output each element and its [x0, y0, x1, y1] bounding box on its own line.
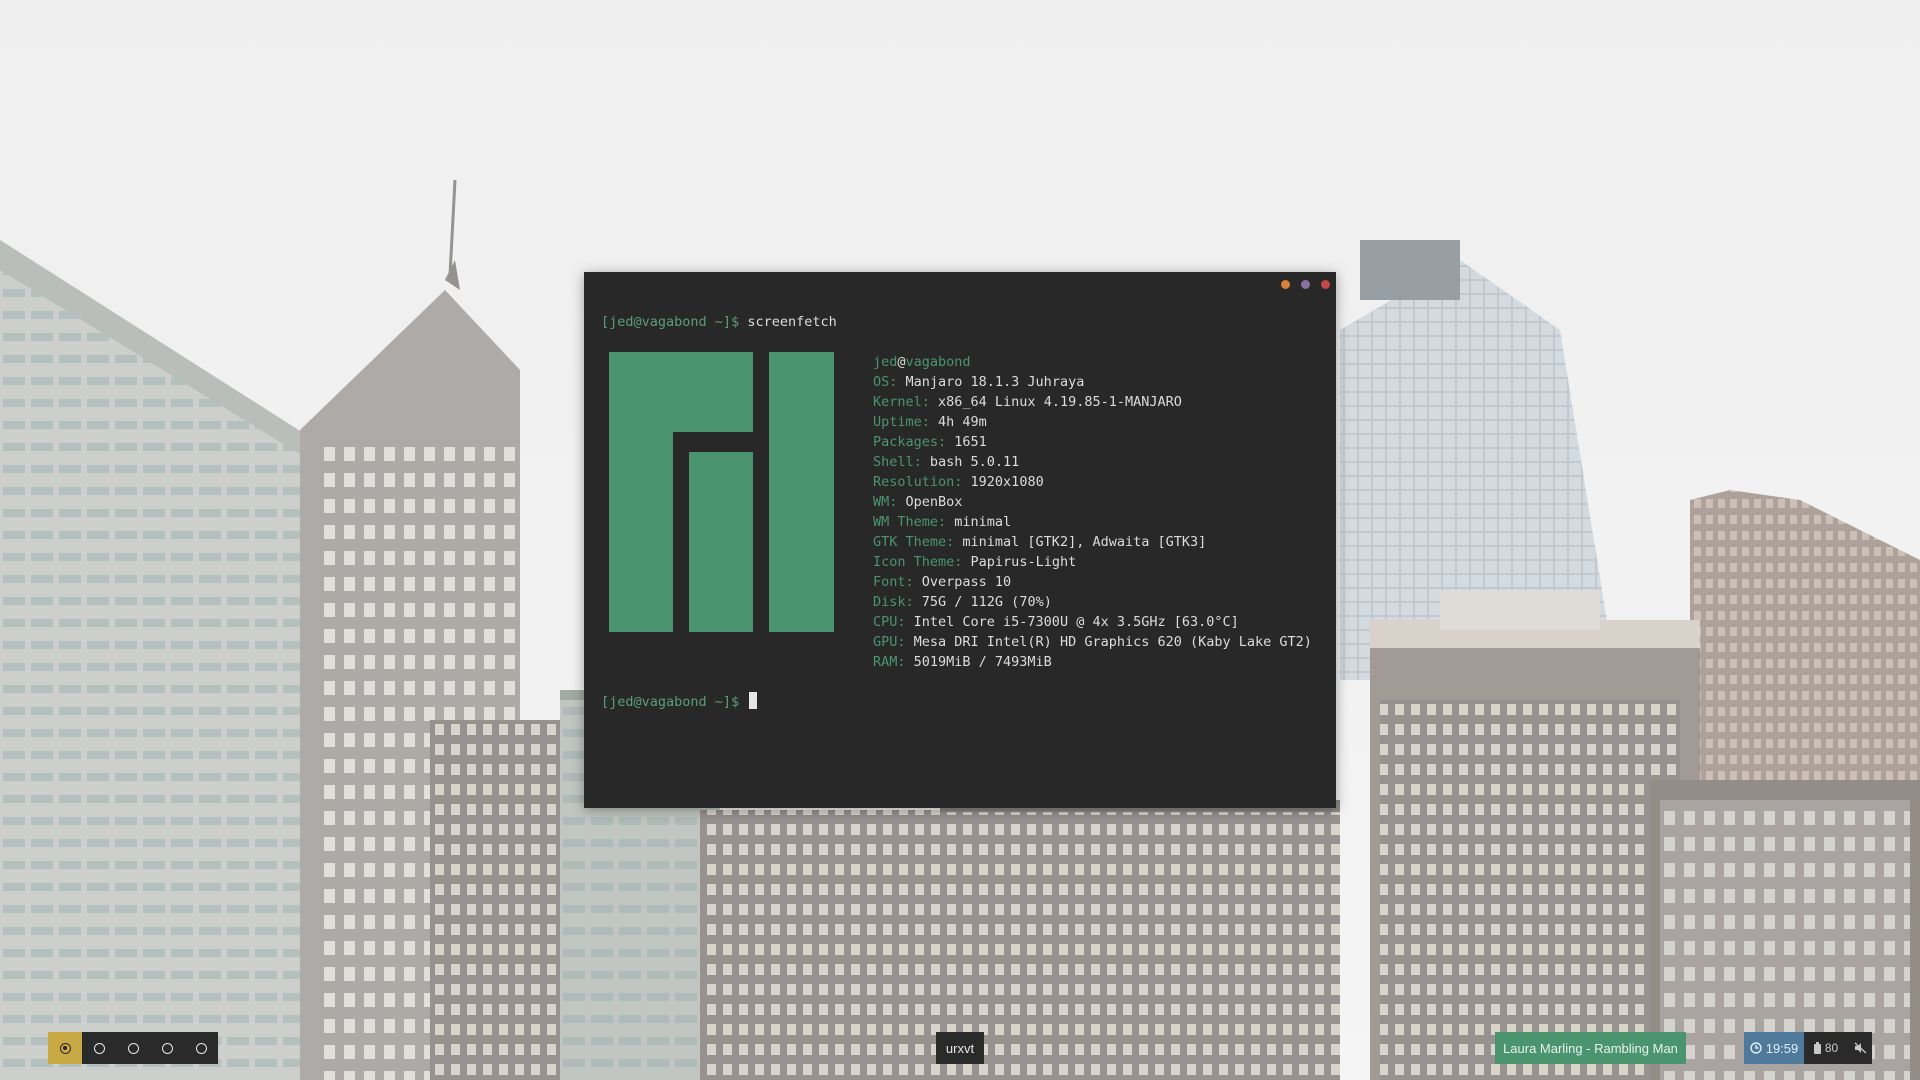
taskbar-item-urxvt[interactable]: urxvt [936, 1032, 984, 1064]
text-cursor [749, 692, 758, 709]
battery-widget[interactable]: 80 [1804, 1032, 1848, 1064]
info-value: Mesa DRI Intel(R) HD Graphics 620 (Kaby … [913, 634, 1312, 650]
clock-widget[interactable]: 19:59 [1744, 1032, 1804, 1064]
clock-time: 19:59 [1765, 1040, 1799, 1056]
info-value: Papirus-Light [970, 554, 1077, 570]
screenfetch-output: jed@vagabond OS: Manjaro 18.1.3 Juhraya K… [601, 352, 1320, 692]
info-line: Font: Overpass 10 [873, 572, 1312, 592]
command-line: [jed@vagabond ~]$ screenfetch [601, 312, 1320, 332]
info-value: x86_64 Linux 4.19.85-1-MANJARO [938, 394, 1182, 410]
user-host: jed@vagabond [873, 354, 971, 370]
info-line: GTK Theme: minimal [GTK2], Adwaita [GTK3… [873, 532, 1312, 552]
info-key: Uptime: [873, 414, 939, 430]
minimize-button[interactable] [1281, 280, 1290, 289]
info-line: Packages: 1651 [873, 432, 1312, 452]
now-playing[interactable]: Laura Marling - Rambling Man [1495, 1032, 1686, 1064]
info-value: minimal [GTK2], Adwaita [GTK3] [962, 534, 1207, 550]
info-key: Kernel: [873, 394, 939, 410]
info-key: GPU: [873, 634, 914, 650]
info-line: CPU: Intel Core i5-7300U @ 4x 3.5GHz [63… [873, 612, 1312, 632]
info-line: GPU: Mesa DRI Intel(R) HD Graphics 620 (… [873, 632, 1312, 652]
info-key: Shell: [873, 454, 930, 470]
workspace-button-4[interactable] [150, 1032, 184, 1064]
info-key: GTK Theme: [873, 534, 963, 550]
workspace-indicator-icon [127, 1042, 139, 1054]
info-value: OpenBox [905, 494, 963, 510]
workspace-indicator-icon [59, 1042, 71, 1054]
active-command-line[interactable]: [jed@vagabond ~]$ [601, 692, 1320, 712]
info-value: 5019MiB / 7493MiB [913, 654, 1052, 670]
info-key: Icon Theme: [873, 554, 971, 570]
info-line: OS: Manjaro 18.1.3 Juhraya [873, 372, 1312, 392]
maximize-button[interactable] [1301, 280, 1310, 289]
info-line: Kernel: x86_64 Linux 4.19.85-1-MANJARO [873, 392, 1312, 412]
terminal-window[interactable]: [jed@vagabond ~]$ screenfetch jed@vagabo… [584, 272, 1336, 808]
info-key: OS: [873, 374, 906, 390]
workspace-indicator-icon [161, 1042, 173, 1054]
info-key: RAM: [873, 654, 914, 670]
info-line: Resolution: 1920x1080 [873, 472, 1312, 492]
battery-icon [1813, 1042, 1821, 1054]
info-key: CPU: [873, 614, 914, 630]
manjaro-logo [609, 352, 834, 632]
info-value: Overpass 10 [921, 574, 1012, 590]
system-info: jed@vagabond OS: Manjaro 18.1.3 Juhraya K… [873, 352, 1312, 672]
command-text: screenfetch [747, 314, 837, 330]
info-key: WM Theme: [873, 514, 955, 530]
info-line: RAM: 5019MiB / 7493MiB [873, 652, 1312, 672]
info-key: Disk: [873, 594, 922, 610]
info-key: Font: [873, 574, 922, 590]
volume-widget[interactable] [1848, 1032, 1872, 1064]
workspace-switcher[interactable] [48, 1032, 218, 1064]
workspace-button-5[interactable] [184, 1032, 218, 1064]
info-value: Manjaro 18.1.3 Juhraya [905, 374, 1085, 390]
info-line: Shell: bash 5.0.11 [873, 452, 1312, 472]
info-line: WM Theme: minimal [873, 512, 1312, 532]
info-value: 4h 49m [938, 414, 987, 430]
workspace-button-1[interactable] [48, 1032, 82, 1064]
info-list: OS: Manjaro 18.1.3 Juhraya Kernel: x86_64… [873, 372, 1312, 672]
workspace-button-2[interactable] [82, 1032, 116, 1064]
prompt: [jed@vagabond ~]$ [601, 694, 740, 710]
workspace-indicator-icon [195, 1042, 207, 1054]
workspace-indicator-icon [93, 1042, 105, 1054]
info-key: Resolution: [873, 474, 971, 490]
prompt: [jed@vagabond ~]$ [601, 314, 740, 330]
info-line: Uptime: 4h 49m [873, 412, 1312, 432]
info-value: minimal [954, 514, 1012, 530]
terminal-content[interactable]: [jed@vagabond ~]$ screenfetch jed@vagabo… [601, 312, 1320, 800]
volume-muted-icon [1854, 1042, 1866, 1054]
info-key: Packages: [873, 434, 955, 450]
info-value: 1920x1080 [970, 474, 1044, 490]
info-key: WM: [873, 494, 906, 510]
info-value: 75G / 112G (70%) [921, 594, 1052, 610]
clock-icon [1750, 1042, 1762, 1054]
info-line: Icon Theme: Papirus-Light [873, 552, 1312, 572]
info-value: Intel Core i5-7300U @ 4x 3.5GHz [63.0°C] [913, 614, 1239, 630]
info-line: WM: OpenBox [873, 492, 1312, 512]
info-value: 1651 [954, 434, 987, 450]
info-value: bash 5.0.11 [929, 454, 1020, 470]
close-button[interactable] [1321, 280, 1330, 289]
battery-level: 80 [1824, 1041, 1839, 1055]
info-line: Disk: 75G / 112G (70%) [873, 592, 1312, 612]
workspace-button-3[interactable] [116, 1032, 150, 1064]
